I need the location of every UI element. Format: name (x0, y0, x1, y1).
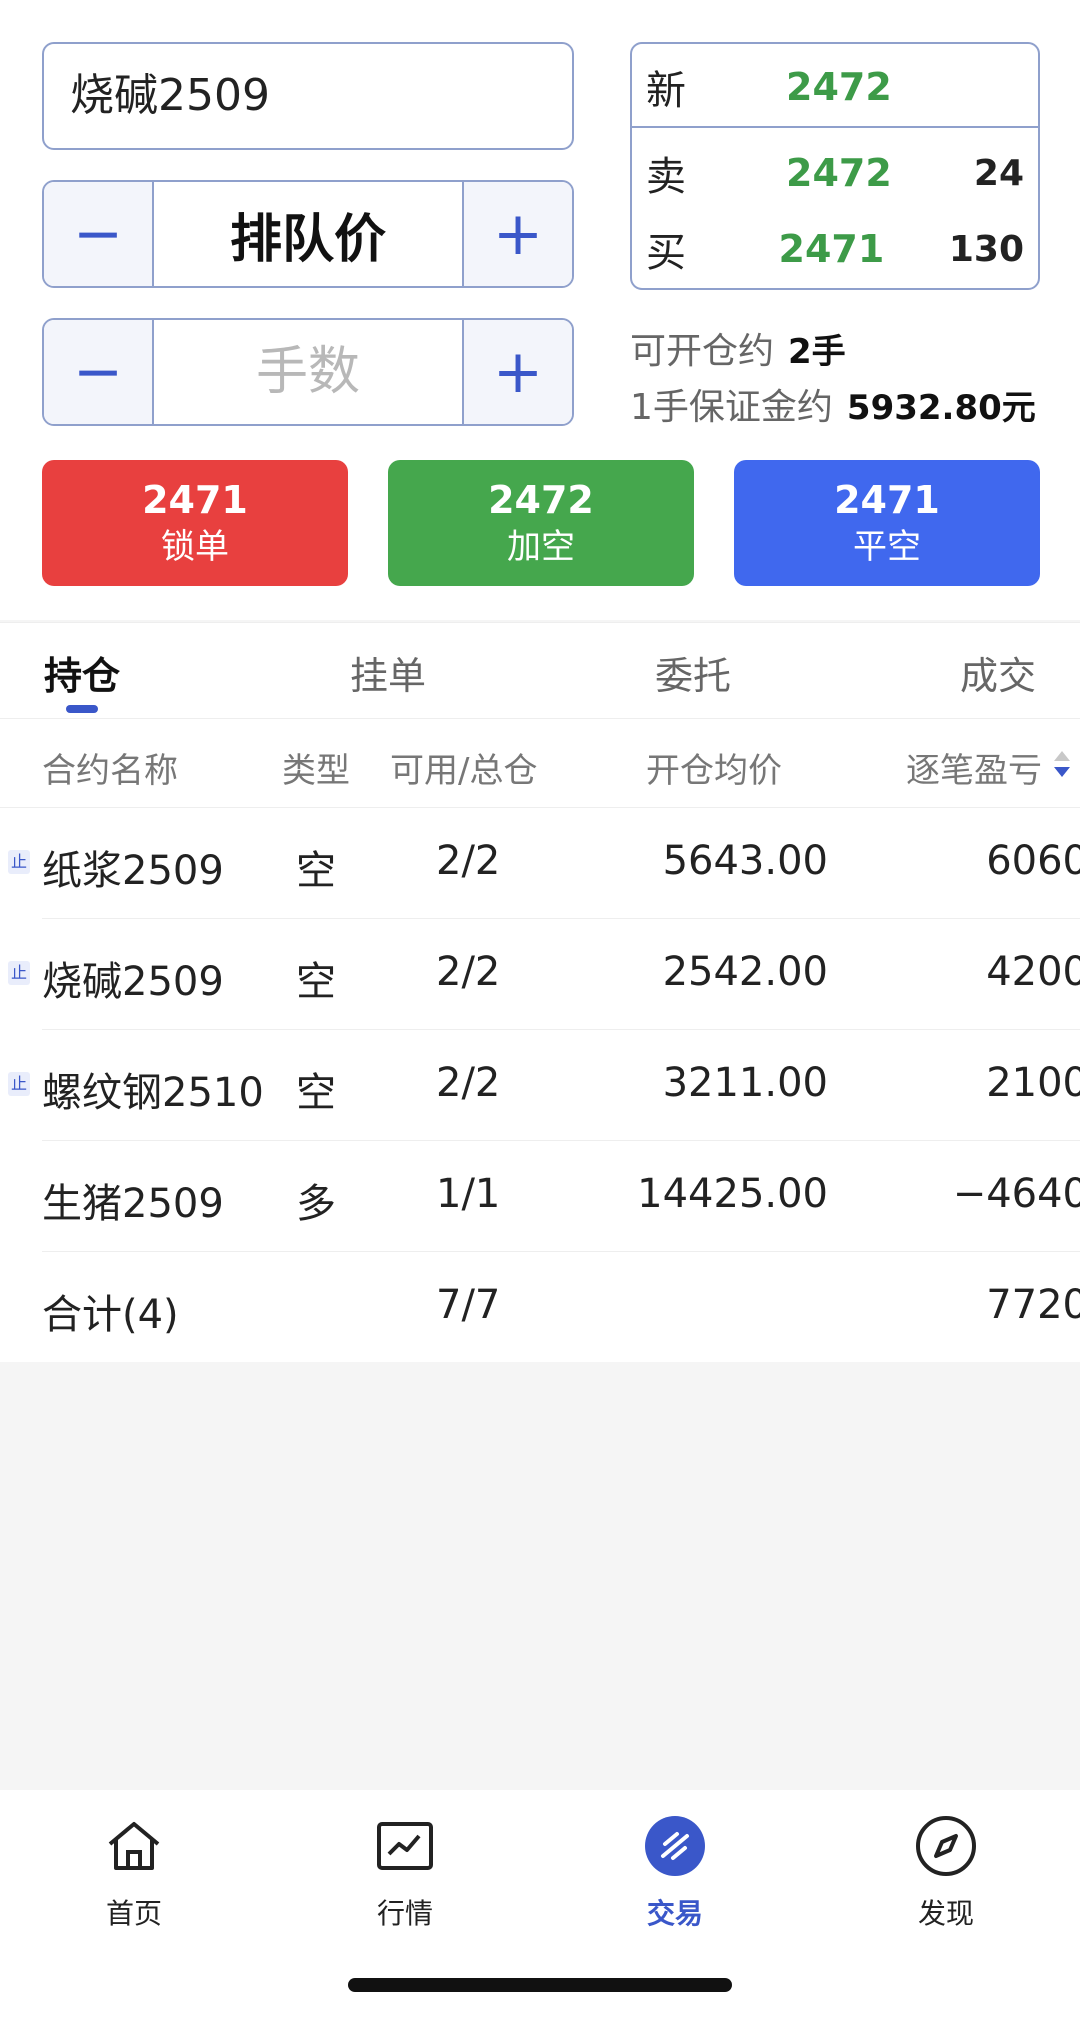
quote-box: 新 2472 卖 2472 24 买 2471 130 (630, 42, 1040, 290)
table-row[interactable]: 止 烧碱2509 空 2/2 2542.00 4200 (8, 919, 1080, 1030)
row-position: 2/2 (436, 949, 501, 995)
quote-buy-volume: 130 (948, 228, 1024, 270)
quote-buy-price: 2471 (778, 227, 885, 271)
open-capacity-label: 可开仓约 (630, 331, 775, 372)
home-icon (108, 1822, 160, 1870)
quote-sell-label: 卖 (646, 154, 686, 200)
home-indicator[interactable] (348, 1978, 732, 1992)
nav-market-label: 行情 (376, 1897, 433, 1930)
tab-active-indicator (66, 705, 98, 713)
lock-order-button[interactable]: 2471 锁单 (42, 460, 348, 586)
row-pnl: 2100 (986, 1060, 1080, 1106)
total-pnl: 7720 (986, 1282, 1080, 1328)
row-pnl: 6060 (986, 838, 1080, 884)
margin-value: 5932.80元 (846, 388, 1036, 428)
tab-pending-orders[interactable]: 挂单 (350, 645, 426, 700)
nav-home[interactable]: 首页 (54, 1814, 214, 1944)
open-capacity: 可开仓约 2手 (630, 322, 846, 374)
quote-buy-row[interactable]: 买 2471 130 (632, 214, 1038, 284)
lock-order-price: 2471 (142, 478, 248, 522)
row-type: 多 (296, 1181, 336, 1227)
row-type: 空 (296, 959, 336, 1005)
close-short-price: 2471 (834, 478, 940, 522)
stop-tag-icon: 止 (8, 850, 30, 874)
quote-buy-label: 买 (646, 230, 686, 276)
row-position: 2/2 (436, 838, 501, 884)
table-total-row: 合计(4) 7/7 7720 (42, 1252, 1080, 1362)
row-avg-price: 3211.00 (662, 1060, 828, 1106)
chart-icon (377, 1822, 433, 1870)
positions-table: 合约名称 类型 可用/总仓 开仓均价 逐笔盈亏 止 纸浆2509 空 2/2 5… (0, 718, 1080, 1362)
row-position: 2/2 (436, 1060, 501, 1106)
margin-info: 1手保证金约 5932.80元 (630, 378, 1036, 430)
row-contract: 生猪2509 (42, 1181, 224, 1227)
open-capacity-value: 2手 (788, 332, 846, 372)
nav-trade[interactable]: 交易 (595, 1814, 755, 1944)
stop-tag-icon: 止 (8, 961, 30, 985)
nav-home-label: 首页 (105, 1897, 162, 1930)
row-contract: 烧碱2509 (42, 959, 224, 1005)
compass-icon (916, 1816, 976, 1876)
quote-new-price: 2472 (786, 65, 892, 109)
qty-field-wrap (154, 320, 462, 424)
tab-orders[interactable]: 委托 (655, 645, 731, 700)
price-minus-button[interactable]: − (44, 182, 154, 286)
tab-positions[interactable]: 持仓 (44, 645, 120, 700)
row-pnl: 4200 (986, 949, 1080, 995)
quote-new-row: 新 2472 (632, 52, 1038, 122)
header-contract: 合约名称 (42, 751, 178, 791)
stop-tag-icon: 止 (8, 1072, 30, 1096)
quote-sell-price: 2472 (786, 151, 892, 195)
header-avg-price: 开仓均价 (646, 751, 782, 791)
add-short-label: 加空 (507, 527, 575, 567)
row-avg-price: 2542.00 (662, 949, 828, 995)
add-short-button[interactable]: 2472 加空 (388, 460, 694, 586)
tab-trades[interactable]: 成交 (960, 645, 1036, 700)
nav-discover-label: 发现 (917, 1897, 974, 1930)
table-row[interactable]: 生猪2509 多 1/1 14425.00 −4640 (42, 1141, 1080, 1252)
quote-sell-volume: 24 (973, 152, 1024, 194)
quantity-input[interactable] (154, 341, 462, 403)
nav-discover[interactable]: 发现 (866, 1814, 1026, 1944)
quote-new-label: 新 (646, 68, 686, 114)
header-pnl[interactable]: 逐笔盈亏 (906, 743, 1042, 792)
price-mode-label[interactable]: 排队价 (154, 182, 462, 286)
qty-plus-button[interactable]: + (462, 320, 572, 424)
row-position: 1/1 (436, 1171, 501, 1217)
margin-label: 1手保证金约 (630, 387, 833, 428)
row-avg-price: 5643.00 (662, 838, 828, 884)
contract-input[interactable]: 烧碱2509 (42, 42, 574, 150)
row-pnl: −4640 (952, 1171, 1080, 1217)
row-contract: 螺纹钢2510 (42, 1070, 264, 1116)
row-type: 空 (296, 848, 336, 894)
trade-icon (645, 1816, 705, 1876)
order-panel: 烧碱2509 − 排队价 + − + 新 2472 卖 2472 24 买 24… (0, 0, 1080, 620)
table-row[interactable]: 止 螺纹钢2510 空 2/2 3211.00 2100 (8, 1030, 1080, 1141)
price-stepper[interactable]: − 排队价 + (42, 180, 574, 288)
table-row[interactable]: 止 纸浆2509 空 2/2 5643.00 6060 (8, 808, 1080, 919)
tab-bar: 持仓 挂单 委托 成交 (0, 622, 1080, 719)
row-type: 空 (296, 1070, 336, 1116)
add-short-price: 2472 (488, 478, 594, 522)
total-label: 合计(4) (42, 1292, 179, 1338)
row-avg-price: 14425.00 (637, 1171, 828, 1217)
header-position: 可用/总仓 (390, 751, 538, 791)
quantity-stepper[interactable]: − + (42, 318, 574, 426)
lock-order-label: 锁单 (161, 527, 229, 567)
price-plus-button[interactable]: + (462, 182, 572, 286)
nav-trade-label: 交易 (646, 1897, 703, 1930)
total-position: 7/7 (436, 1282, 501, 1328)
row-contract: 纸浆2509 (42, 848, 224, 894)
quote-divider (632, 126, 1038, 128)
header-type: 类型 (282, 751, 350, 791)
quote-sell-row[interactable]: 卖 2472 24 (632, 138, 1038, 208)
qty-minus-button[interactable]: − (44, 320, 154, 424)
table-header: 合约名称 类型 可用/总仓 开仓均价 逐笔盈亏 (0, 718, 1080, 808)
close-short-button[interactable]: 2471 平空 (734, 460, 1040, 586)
nav-market[interactable]: 行情 (325, 1814, 485, 1944)
close-short-label: 平空 (853, 527, 921, 567)
sort-icon[interactable] (1052, 749, 1072, 779)
